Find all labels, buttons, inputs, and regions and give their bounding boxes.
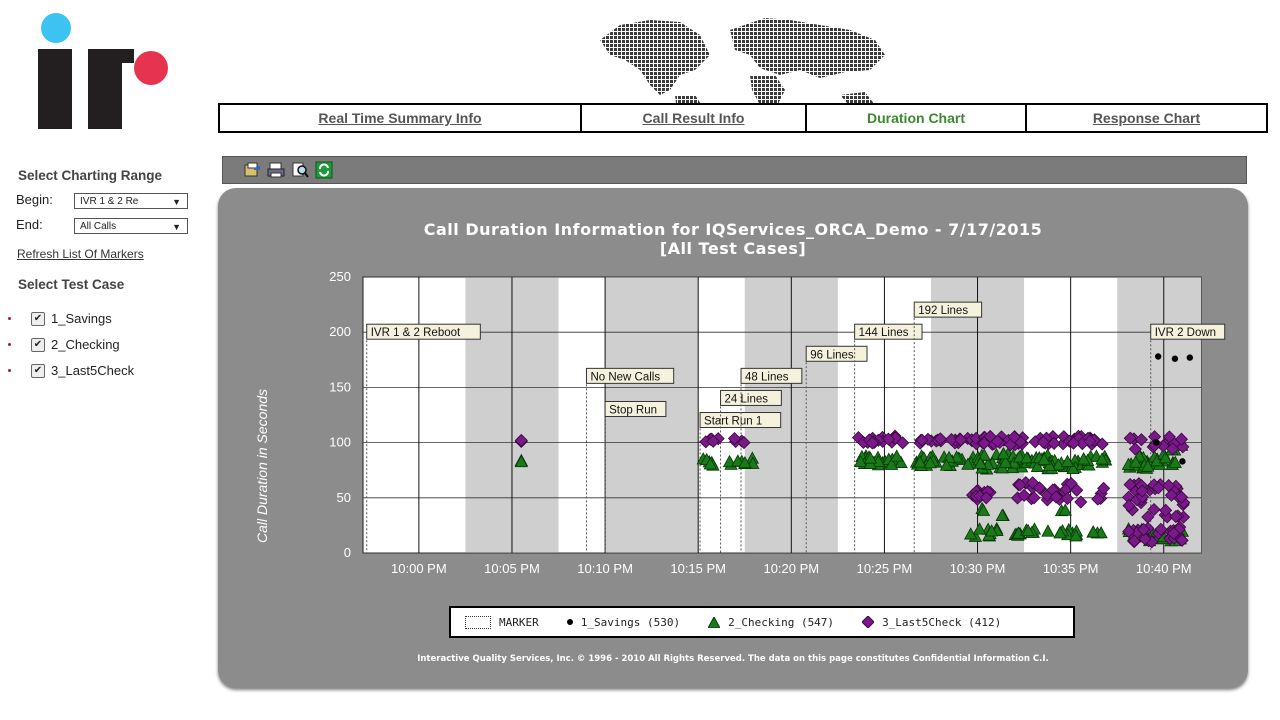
begin-select-value: IVR 1 & 2 Re <box>80 196 139 207</box>
savings-point <box>1171 355 1179 362</box>
legend-label: 2_Checking (547) <box>728 615 835 629</box>
marker-label-text: Stop Run <box>609 404 657 416</box>
savings-point <box>1186 354 1194 361</box>
legend-item-marker: MARKER <box>465 615 539 629</box>
tab-call-result[interactable]: Call Result Info <box>582 105 807 131</box>
nav-bar: Real Time Summary Info Call Result Info … <box>218 103 1268 133</box>
x-tick-label: 10:40 PM <box>1136 561 1192 576</box>
x-tick-label: 10:10 PM <box>577 561 633 576</box>
triangle-icon <box>708 616 721 628</box>
dot-icon <box>566 619 573 625</box>
test-case-checkbox[interactable]: ✔ <box>31 311 45 326</box>
refresh-icon[interactable] <box>315 161 333 179</box>
legend-label: 3_Last5Check (412) <box>882 615 1002 629</box>
legend-item-checking: 2_Checking (547) <box>708 616 834 629</box>
legend-item-savings: 1_Savings (530) <box>566 615 681 629</box>
chevron-down-icon: ▼ <box>172 222 181 232</box>
diamond-icon <box>862 616 875 628</box>
marker-label-text: IVR 2 Down <box>1155 327 1216 339</box>
marker-swatch-icon <box>465 615 491 629</box>
y-tick-label: 250 <box>329 269 351 284</box>
company-logo <box>38 13 168 129</box>
marker-label-text: 96 Lines <box>810 349 854 361</box>
y-tick-label: 200 <box>329 324 351 339</box>
export-icon[interactable] <box>243 161 261 179</box>
marker-label: 192 Lines <box>913 301 983 318</box>
end-select-value: All Calls <box>80 221 117 232</box>
test-case-checkbox[interactable]: ✔ <box>31 337 45 352</box>
marker-label: 24 Lines <box>720 389 782 406</box>
print-icon[interactable] <box>267 161 285 179</box>
test-case-label: 1_Savings <box>51 311 112 326</box>
legend-label: 1_Savings (530) <box>580 615 681 629</box>
y-tick-label: 150 <box>329 379 351 394</box>
marker-label: No New Calls <box>585 367 675 384</box>
savings-point <box>1154 353 1162 360</box>
copyright-footer: Interactive Quality Services, Inc. © 199… <box>417 654 1049 664</box>
marker-label: IVR 1 & 2 Reboot <box>366 323 481 340</box>
test-case-label: 2_Checking <box>51 337 120 352</box>
marker-label-text: No New Calls <box>590 371 660 383</box>
marker-label-text: 192 Lines <box>918 305 968 317</box>
x-tick-label: 10:00 PM <box>391 561 447 576</box>
chart-legend: MARKER 1_Savings (530) 2_Checking (547) … <box>449 606 1075 638</box>
marker-label: 48 Lines <box>740 367 803 384</box>
marker-label-text: 144 Lines <box>859 327 909 339</box>
marker-label-text: 48 Lines <box>745 371 789 383</box>
marker-label: Start Run 1 <box>699 412 782 429</box>
begin-select[interactable]: IVR 1 & 2 Re ▼ <box>74 193 188 209</box>
begin-label: Begin: <box>16 192 53 207</box>
marker-label-text: 24 Lines <box>725 393 769 405</box>
marker-label-text: IVR 1 & 2 Reboot <box>371 327 461 339</box>
test-case-label: 3_Last5Check <box>51 363 135 378</box>
test-case-checkbox[interactable]: ✔ <box>31 363 45 378</box>
legend-item-last5check: 3_Last5Check (412) <box>862 616 1001 629</box>
bullet-icon <box>8 317 11 320</box>
x-tick-label: 10:30 PM <box>950 561 1006 576</box>
x-tick-label: 10:25 PM <box>857 561 913 576</box>
y-tick-label: 100 <box>329 435 351 450</box>
chevron-down-icon: ▼ <box>172 197 181 207</box>
x-tick-label: 10:15 PM <box>670 561 726 576</box>
x-tick-label: 10:05 PM <box>484 561 540 576</box>
zoom-icon[interactable] <box>291 161 309 179</box>
bullet-icon <box>8 369 11 372</box>
marker-label: Stop Run <box>604 400 667 417</box>
savings-point <box>1179 458 1186 465</box>
end-select[interactable]: All Calls ▼ <box>74 218 188 234</box>
legend-label: MARKER <box>499 615 539 629</box>
tab-duration-chart[interactable]: Duration Chart <box>807 105 1027 131</box>
tab-response-chart[interactable]: Response Chart <box>1027 105 1266 131</box>
charting-range-title: Select Charting Range <box>18 168 163 183</box>
bullet-icon <box>8 343 11 346</box>
x-tick-label: 10:35 PM <box>1043 561 1099 576</box>
refresh-markers-link[interactable]: Refresh List Of Markers <box>17 247 144 261</box>
y-tick-label: 0 <box>344 545 351 560</box>
chart-panel: Call Duration Information for IQServices… <box>218 188 1248 688</box>
marker-label: IVR 2 Down <box>1150 323 1226 340</box>
tab-real-time-summary[interactable]: Real Time Summary Info <box>220 105 582 131</box>
x-tick-label: 10:20 PM <box>763 561 819 576</box>
marker-label: 96 Lines <box>805 345 868 362</box>
y-tick-label: 50 <box>337 490 351 505</box>
test-case-item: ✔ 1_Savings <box>8 311 112 326</box>
scatter-chart: 0 50 100 150 200 250 10:00 PM 10:05 PM 10:10 PM 1… <box>329 269 1226 576</box>
marker-label: 144 Lines <box>854 323 923 340</box>
marker-label-text: Start Run 1 <box>704 416 762 428</box>
savings-point <box>1153 439 1160 446</box>
chart-toolbar <box>222 156 1247 184</box>
test-case-item: ✔ 3_Last5Check <box>8 363 134 378</box>
end-label: End: <box>16 217 43 232</box>
test-case-title: Select Test Case <box>18 277 125 292</box>
test-case-item: ✔ 2_Checking <box>8 337 120 352</box>
